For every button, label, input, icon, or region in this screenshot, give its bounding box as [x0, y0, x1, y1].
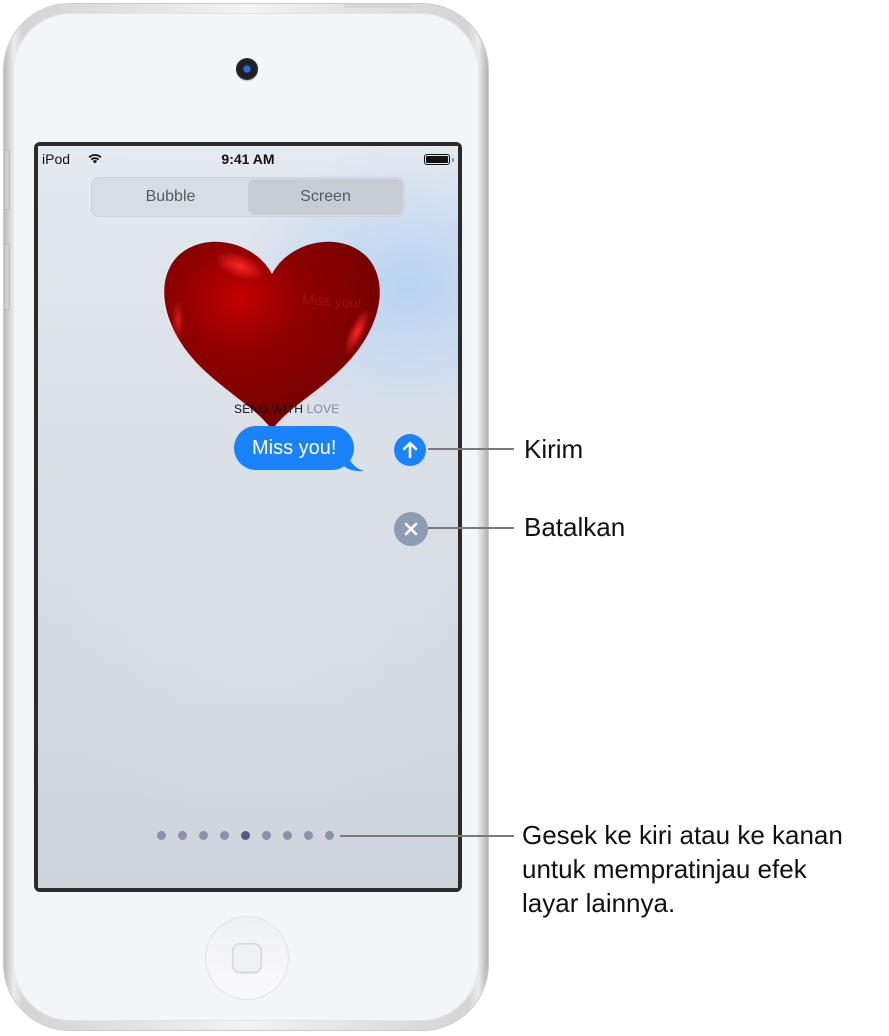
page-dot-active[interactable]: [241, 831, 250, 840]
tab-bubble[interactable]: Bubble: [93, 179, 248, 215]
screen: iPod 9:41 AM Bubble Screen Miss you! SEN…: [38, 146, 458, 888]
page-dot[interactable]: [220, 831, 229, 840]
message-bubble: Miss you!: [234, 426, 355, 470]
page-indicator[interactable]: [157, 831, 334, 840]
volume-up-button[interactable]: [4, 150, 10, 210]
callout-line-send: [428, 448, 514, 450]
page-dot[interactable]: [304, 831, 313, 840]
tab-screen[interactable]: Screen: [248, 179, 403, 215]
close-icon: [404, 522, 418, 536]
page-dot[interactable]: [262, 831, 271, 840]
page-dot[interactable]: [157, 831, 166, 840]
front-camera: [236, 58, 258, 80]
volume-down-button[interactable]: [4, 244, 10, 310]
page-dot[interactable]: [283, 831, 292, 840]
page-dot[interactable]: [199, 831, 208, 840]
callout-cancel: Batalkan: [524, 512, 626, 542]
cancel-button[interactable]: [394, 512, 428, 546]
callout-swipe-line3: layar lainnya.: [522, 888, 676, 918]
home-square-icon: [232, 943, 262, 973]
callout-swipe-line2: untuk mempratinjau efek: [522, 854, 807, 884]
arrow-up-icon: [402, 441, 418, 459]
effect-type-segmented-control: Bubble Screen: [91, 177, 405, 217]
callout-swipe: Gesek ke kiri atau ke kanan untuk mempra…: [522, 818, 843, 920]
battery-fill: [426, 156, 448, 163]
page-dot[interactable]: [178, 831, 187, 840]
effect-caption-light: LOVE: [306, 402, 340, 416]
top-button[interactable]: [344, 4, 412, 8]
callout-send: Kirim: [524, 434, 584, 464]
screen-frame: iPod 9:41 AM Bubble Screen Miss you! SEN…: [34, 142, 462, 892]
status-bar: iPod 9:41 AM: [38, 146, 458, 170]
callout-swipe-line1: Gesek ke kiri atau ke kanan: [522, 820, 843, 850]
battery-tip: [452, 158, 454, 162]
send-button[interactable]: [394, 434, 426, 466]
effect-caption-dark: SEND WITH: [234, 402, 307, 416]
battery-icon: [424, 154, 450, 165]
status-time: 9:41 AM: [221, 151, 275, 167]
callout-line-cancel: [428, 527, 514, 529]
page-dot[interactable]: [325, 831, 334, 840]
callout-line-swipe: [340, 835, 514, 837]
home-button[interactable]: [205, 916, 289, 1000]
effect-caption: SEND WITH LOVE: [234, 402, 340, 416]
